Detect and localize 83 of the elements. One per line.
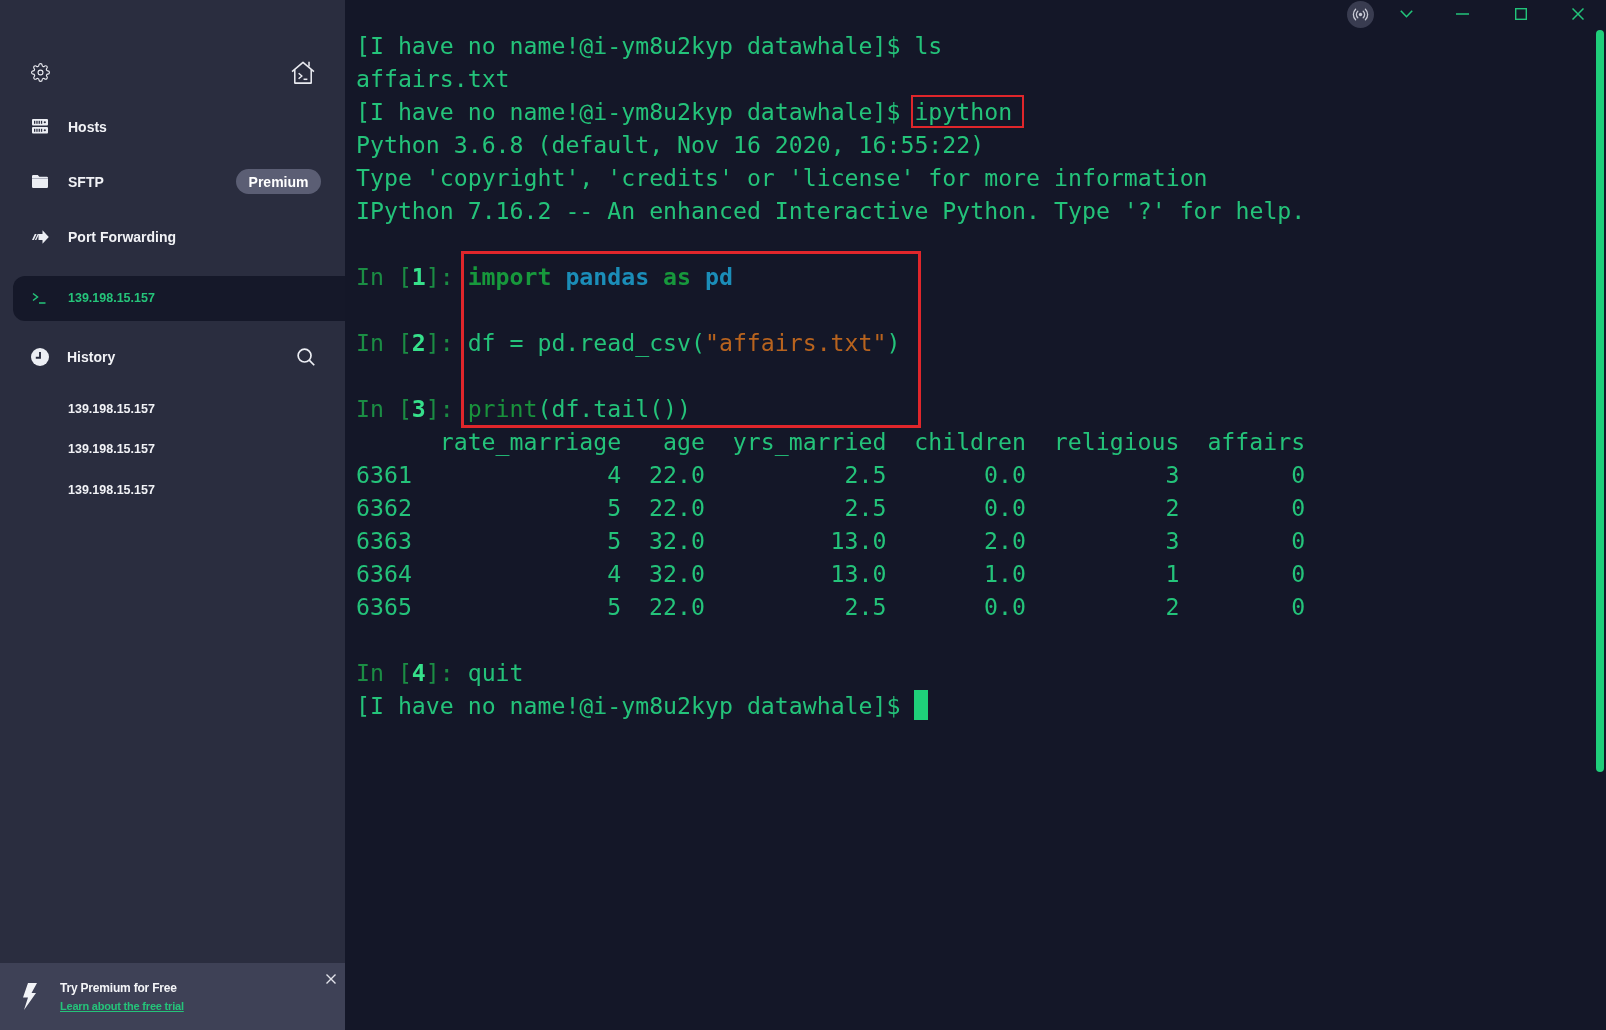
table-cell-text: 0 bbox=[1291, 591, 1306, 622]
server-rack-icon bbox=[32, 119, 48, 134]
table-cell-text: 4 bbox=[607, 558, 622, 589]
table-cell-text: 13.0 bbox=[830, 525, 887, 556]
column-header: rate_marriage bbox=[439, 426, 622, 458]
output-line: Python 3.6.8 (default, Nov 16 2020, 16:55:22) bbox=[356, 129, 985, 160]
code-line: print(df.tail()) bbox=[467, 393, 692, 424]
forward-arrow-icon bbox=[32, 229, 49, 244]
column-header: children bbox=[914, 426, 1026, 457]
command-text: ls bbox=[914, 30, 943, 61]
promo-title: Try Premium for Free bbox=[60, 981, 177, 995]
table-cell-text: 0 bbox=[1291, 525, 1306, 556]
output-line: IPython 7.16.2 -- An enhanced Interactive Python. Type '?' for help. bbox=[356, 195, 1306, 226]
nav-item[interactable]: Port Forwarding bbox=[0, 209, 345, 264]
input-prompt: In [1]: bbox=[356, 261, 454, 292]
scrollbar-thumb[interactable] bbox=[1596, 30, 1604, 772]
row-index: 6362 bbox=[356, 492, 412, 523]
clock-icon bbox=[31, 347, 49, 366]
table-cell-text: 32.0 bbox=[649, 525, 705, 556]
table-cell-text: 4 bbox=[607, 459, 622, 490]
column-header: age bbox=[663, 426, 705, 457]
shell-prompt: [I have no name!@i-ym8u2kyp datawhale]$ bbox=[356, 96, 901, 127]
session-item[interactable]: 139.198.15.157 bbox=[13, 275, 345, 321]
history-title: History bbox=[67, 348, 116, 365]
house-terminal-icon[interactable] bbox=[291, 60, 315, 84]
code-line: df = pd.read_csv("affairs.txt") bbox=[467, 327, 901, 359]
table-cell-text: 1.0 bbox=[984, 558, 1026, 589]
row-index: 6364 bbox=[356, 558, 412, 589]
free-trial-link[interactable]: Learn about the free trial bbox=[60, 1000, 184, 1012]
chevron-down-icon[interactable] bbox=[1400, 10, 1413, 18]
output-line: Type 'copyright', 'credits' or 'license' for more information bbox=[356, 162, 1208, 193]
table-cell-text: 0.0 bbox=[984, 492, 1026, 523]
table-cell-text: 0.0 bbox=[984, 459, 1026, 490]
broadcast-icon[interactable] bbox=[1347, 0, 1374, 28]
table-cell-text: 0 bbox=[1291, 492, 1306, 523]
row-index: 6361 bbox=[356, 459, 412, 490]
column-header: yrs_married bbox=[732, 426, 887, 458]
table-cell-text: 0 bbox=[1291, 459, 1306, 490]
input-prompt: In [3]: bbox=[356, 393, 454, 424]
search-icon[interactable] bbox=[297, 347, 315, 366]
input-prompt: In [4]: bbox=[356, 657, 454, 688]
row-index: 6365 bbox=[356, 591, 412, 622]
history-item[interactable]: 139.198.15.157 bbox=[0, 388, 345, 429]
nav-item[interactable]: SFTP Premium bbox=[0, 154, 345, 209]
code-line: import pandas as pd bbox=[467, 261, 733, 292]
table-cell-text: 2.5 bbox=[844, 459, 887, 490]
premium-badge: Premium bbox=[236, 169, 321, 194]
close-icon[interactable] bbox=[1572, 8, 1584, 20]
table-cell-text: 5 bbox=[607, 591, 622, 622]
table-cell-text: 2.0 bbox=[984, 525, 1026, 556]
table-cell-text: 13.0 bbox=[830, 558, 887, 589]
nav-item[interactable]: Hosts bbox=[0, 99, 345, 154]
table-cell-text: 22.0 bbox=[649, 492, 705, 523]
row-index: 6363 bbox=[356, 525, 412, 556]
table-cell-text: 1 bbox=[1165, 558, 1180, 589]
terminal-prompt-icon bbox=[32, 292, 46, 304]
lightning-bolt-icon bbox=[22, 983, 37, 1010]
table-cell-text: 22.0 bbox=[649, 591, 705, 622]
history-item[interactable]: 139.198.15.157 bbox=[0, 429, 345, 470]
input-prompt: In [2]: bbox=[356, 327, 454, 358]
output-line: affairs.txt bbox=[356, 63, 510, 94]
table-cell-text: 0 bbox=[1291, 558, 1306, 589]
table-cell-text: 3 bbox=[1165, 525, 1180, 556]
table-cell-text: 5 bbox=[607, 525, 622, 556]
history-item[interactable]: 139.198.15.157 bbox=[0, 469, 345, 510]
shell-prompt: [I have no name!@i-ym8u2kyp datawhale]$ bbox=[356, 690, 901, 721]
code-line: quit bbox=[467, 657, 524, 688]
folder-icon bbox=[32, 175, 48, 188]
table-cell-text: 2 bbox=[1165, 492, 1180, 523]
table-cell-text: 22.0 bbox=[649, 459, 705, 490]
command-text: ipython bbox=[914, 96, 1013, 127]
table-cell-text: 2 bbox=[1165, 591, 1180, 622]
maximize-icon[interactable] bbox=[1515, 8, 1527, 20]
column-header: religious bbox=[1053, 426, 1180, 457]
shell-prompt: [I have no name!@i-ym8u2kyp datawhale]$ bbox=[356, 30, 901, 61]
table-cell-text: 2.5 bbox=[844, 591, 887, 622]
table-cell-text: 2.5 bbox=[844, 492, 887, 523]
column-header: affairs bbox=[1207, 426, 1306, 457]
table-cell-text: 3 bbox=[1165, 459, 1180, 490]
settings-icon[interactable] bbox=[31, 62, 50, 82]
table-cell-text: 0.0 bbox=[984, 591, 1026, 622]
table-cell-text: 5 bbox=[607, 492, 622, 523]
table-cell-text: 32.0 bbox=[649, 558, 705, 589]
